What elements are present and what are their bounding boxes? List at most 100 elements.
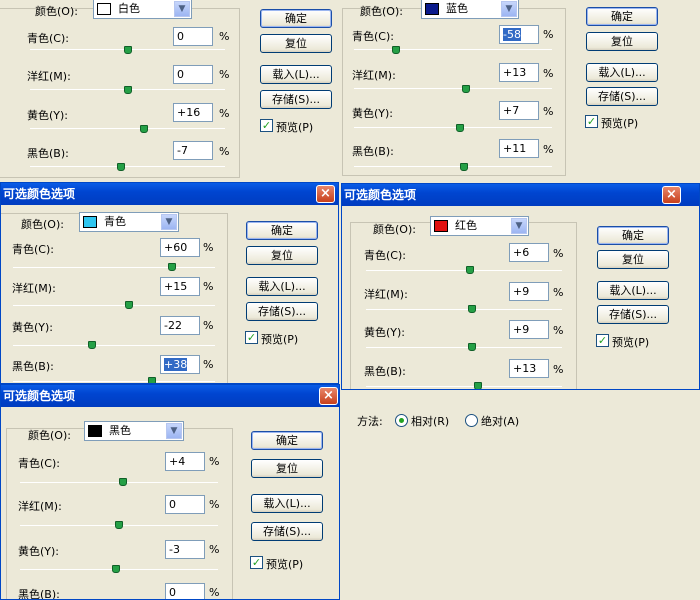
preview-checkbox[interactable]: ✓ bbox=[245, 331, 258, 344]
cyan-input[interactable]: 0 bbox=[173, 27, 213, 46]
black-input[interactable]: +13 bbox=[509, 359, 549, 378]
yellow-input[interactable]: -22 bbox=[160, 316, 200, 335]
cyan-slider-handle[interactable] bbox=[392, 46, 400, 54]
reset-button[interactable]: 复位 bbox=[586, 32, 658, 51]
title-bar[interactable]: 可选颜色选项 bbox=[342, 184, 699, 206]
chevron-down-icon[interactable]: ▼ bbox=[174, 1, 190, 17]
yellow-input[interactable]: +9 bbox=[509, 320, 549, 339]
black-input[interactable]: 0 bbox=[165, 583, 205, 599]
preview-checkbox[interactable]: ✓ bbox=[596, 334, 609, 347]
yellow-input[interactable]: +16 bbox=[173, 103, 213, 122]
save-button[interactable]: 存储(S)... bbox=[586, 87, 658, 106]
reset-button[interactable]: 复位 bbox=[246, 246, 318, 265]
black-slider-track[interactable] bbox=[30, 166, 225, 167]
ok-button[interactable]: 确定 bbox=[597, 226, 669, 245]
magenta-input[interactable]: 0 bbox=[173, 65, 213, 84]
title-bar[interactable]: 可选颜色选项 bbox=[1, 385, 339, 407]
cyan-slider-handle[interactable] bbox=[124, 46, 132, 54]
cyan-slider-handle[interactable] bbox=[168, 263, 176, 271]
magenta-input[interactable]: 0 bbox=[165, 495, 205, 514]
black-input[interactable]: +38 bbox=[160, 355, 200, 374]
color-select[interactable]: 青色 ▼ bbox=[79, 212, 179, 232]
cyan-slider-track[interactable] bbox=[366, 270, 562, 271]
black-slider-handle[interactable] bbox=[474, 382, 482, 389]
load-button[interactable]: 载入(L)... bbox=[246, 277, 318, 296]
yellow-input[interactable]: -3 bbox=[165, 540, 205, 559]
save-button[interactable]: 存储(S)... bbox=[597, 305, 669, 324]
load-button[interactable]: 载入(L)... bbox=[586, 63, 658, 82]
yellow-input[interactable]: +7 bbox=[499, 101, 539, 120]
load-button[interactable]: 载入(L)... bbox=[260, 65, 332, 84]
black-slider-track[interactable] bbox=[366, 386, 562, 387]
magenta-slider-handle[interactable] bbox=[125, 301, 133, 309]
cyan-slider-track[interactable] bbox=[13, 267, 215, 268]
cyan-input[interactable]: +4 bbox=[165, 452, 205, 471]
title-bar[interactable]: 可选颜色选项 bbox=[1, 183, 338, 205]
black-slider-track[interactable] bbox=[13, 381, 215, 382]
magenta-input[interactable]: +15 bbox=[160, 277, 200, 296]
magenta-input[interactable]: +13 bbox=[499, 63, 539, 82]
load-button[interactable]: 载入(L)... bbox=[251, 494, 323, 513]
black-slider-handle[interactable] bbox=[460, 163, 468, 171]
ok-button[interactable]: 确定 bbox=[586, 7, 658, 26]
color-swatch bbox=[434, 220, 448, 232]
cyan-input[interactable]: -58 bbox=[499, 25, 539, 44]
dialog-blue: 颜色(O): 蓝色 ▼ 青色(C): -58 % 洋红(M): +13 % 黄色… bbox=[342, 0, 700, 182]
magenta-slider-track[interactable] bbox=[13, 305, 215, 306]
magenta-input[interactable]: +9 bbox=[509, 282, 549, 301]
chevron-down-icon[interactable]: ▼ bbox=[166, 423, 182, 439]
color-select[interactable]: 红色 ▼ bbox=[430, 216, 529, 236]
preview-label: 预览(P) bbox=[276, 121, 314, 134]
ok-button[interactable]: 确定 bbox=[246, 221, 318, 240]
preview-checkbox[interactable]: ✓ bbox=[250, 556, 263, 569]
chevron-down-icon[interactable]: ▼ bbox=[501, 1, 517, 17]
yellow-slider-track[interactable] bbox=[30, 128, 225, 129]
yellow-slider-track[interactable] bbox=[13, 345, 215, 346]
reset-button[interactable]: 复位 bbox=[597, 250, 669, 269]
cyan-slider-handle[interactable] bbox=[119, 478, 127, 486]
yellow-slider-track[interactable] bbox=[354, 127, 552, 128]
yellow-slider-handle[interactable] bbox=[456, 124, 464, 132]
yellow-slider-handle[interactable] bbox=[140, 125, 148, 133]
preview-checkbox[interactable]: ✓ bbox=[260, 119, 273, 132]
save-button[interactable]: 存储(S)... bbox=[251, 522, 323, 541]
magenta-slider-track[interactable] bbox=[354, 88, 552, 89]
reset-button[interactable]: 复位 bbox=[260, 34, 332, 53]
reset-button[interactable]: 复位 bbox=[251, 459, 323, 478]
color-select[interactable]: 黑色 ▼ bbox=[84, 421, 184, 441]
save-button[interactable]: 存储(S)... bbox=[246, 302, 318, 321]
close-icon[interactable]: × bbox=[316, 185, 335, 203]
save-button[interactable]: 存储(S)... bbox=[260, 90, 332, 109]
magenta-slider-handle[interactable] bbox=[462, 85, 470, 93]
cyan-slider-track[interactable] bbox=[354, 49, 552, 50]
color-select[interactable]: 蓝色 ▼ bbox=[421, 0, 519, 19]
cyan-input[interactable]: +6 bbox=[509, 243, 549, 262]
relative-radio[interactable] bbox=[395, 414, 408, 427]
percent-label: % bbox=[203, 358, 214, 371]
yellow-slider-handle[interactable] bbox=[88, 341, 96, 349]
preview-checkbox[interactable]: ✓ bbox=[585, 115, 598, 128]
yellow-slider-track[interactable] bbox=[366, 347, 562, 348]
magenta-slider-track[interactable] bbox=[366, 309, 562, 310]
close-icon[interactable]: × bbox=[662, 186, 681, 204]
cyan-slider-handle[interactable] bbox=[466, 266, 474, 274]
black-slider-handle[interactable] bbox=[148, 377, 156, 383]
ok-button[interactable]: 确定 bbox=[251, 431, 323, 450]
black-slider-track[interactable] bbox=[354, 166, 552, 167]
black-input[interactable]: -7 bbox=[173, 141, 213, 160]
magenta-slider-handle[interactable] bbox=[124, 86, 132, 94]
yellow-slider-handle[interactable] bbox=[112, 565, 120, 573]
black-input[interactable]: +11 bbox=[499, 139, 539, 158]
absolute-radio[interactable] bbox=[465, 414, 478, 427]
chevron-down-icon[interactable]: ▼ bbox=[511, 218, 527, 234]
magenta-slider-handle[interactable] bbox=[468, 305, 476, 313]
load-button[interactable]: 载入(L)... bbox=[597, 281, 669, 300]
cyan-input[interactable]: +60 bbox=[160, 238, 200, 257]
close-icon[interactable]: × bbox=[319, 387, 338, 405]
color-select[interactable]: 白色 ▼ bbox=[93, 0, 192, 19]
black-slider-handle[interactable] bbox=[117, 163, 125, 171]
magenta-slider-handle[interactable] bbox=[115, 521, 123, 529]
chevron-down-icon[interactable]: ▼ bbox=[161, 214, 177, 230]
ok-button[interactable]: 确定 bbox=[260, 9, 332, 28]
yellow-slider-handle[interactable] bbox=[468, 343, 476, 351]
